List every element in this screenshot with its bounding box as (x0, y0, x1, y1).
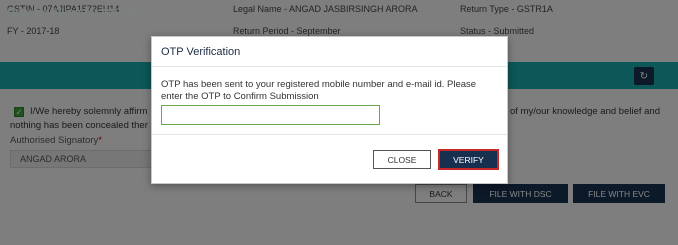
verify-button[interactable]: VERIFY (438, 149, 499, 170)
dialog-header: OTP Verification (152, 37, 507, 67)
dialog-title: OTP Verification (161, 46, 241, 58)
otp-verification-dialog: OTP Verification OTP has been sent to yo… (151, 36, 508, 184)
otp-message: OTP has been sent to your registered mob… (161, 79, 477, 102)
close-button[interactable]: CLOSE (373, 150, 431, 169)
otp-input[interactable] (161, 105, 380, 125)
dialog-divider (152, 134, 507, 135)
